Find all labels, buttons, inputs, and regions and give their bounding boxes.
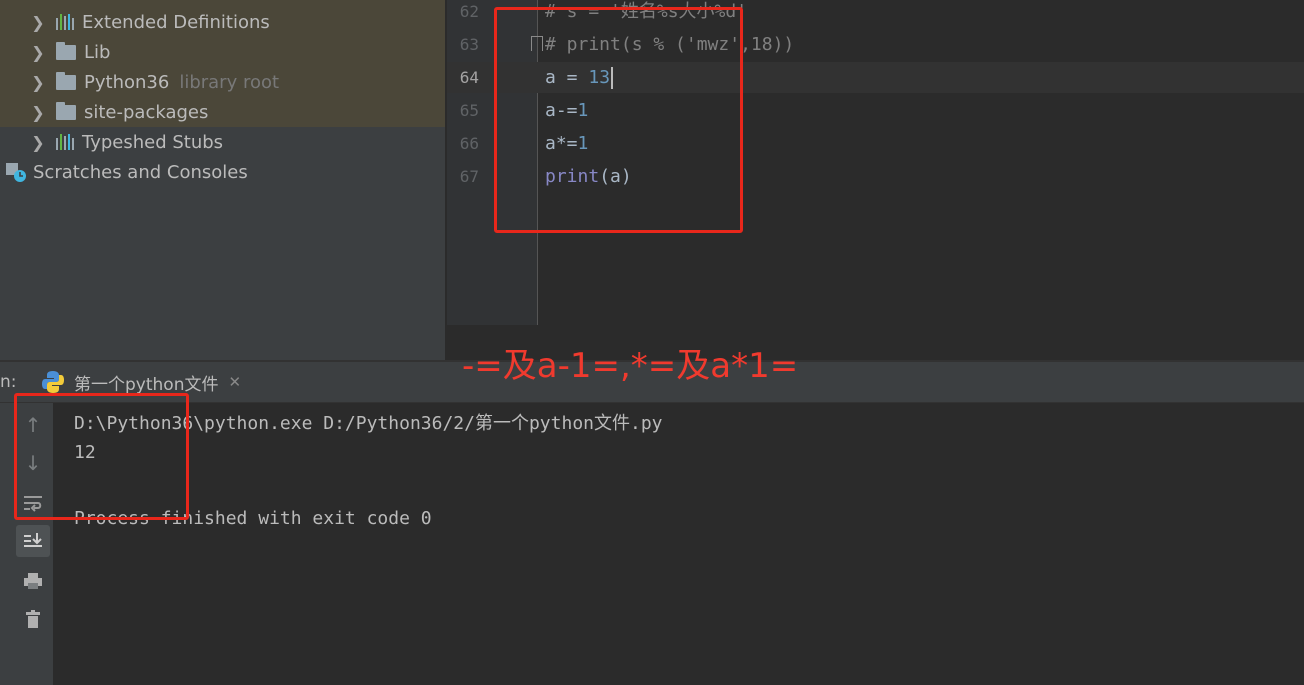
tree-item-label: Lib xyxy=(84,41,111,63)
tree-item-lib[interactable]: ❯ Lib xyxy=(30,37,110,67)
project-tree: ❯ Extended Definitions ❯ Lib ❯ Python36 … xyxy=(0,0,445,360)
library-icon xyxy=(56,134,74,150)
console-output[interactable]: D:\Python36\python.exe D:/Python36/2/第一个… xyxy=(54,403,1304,685)
python-icon xyxy=(42,371,64,393)
library-root-hint: library root xyxy=(179,71,280,93)
tree-item-extended-definitions[interactable]: ❯ Extended Definitions xyxy=(30,7,270,37)
tree-item-label: Typeshed Stubs xyxy=(82,131,224,153)
chevron-right-icon[interactable]: ❯ xyxy=(30,133,46,152)
chevron-right-icon[interactable]: ❯ xyxy=(30,73,46,92)
trash-icon[interactable] xyxy=(16,603,50,635)
scratches-icon xyxy=(6,163,26,182)
output-highlight-box xyxy=(14,393,189,520)
line-number: 67 xyxy=(459,167,479,186)
close-icon[interactable]: ✕ xyxy=(228,373,241,391)
tree-item-label: Scratches and Consoles xyxy=(33,161,248,183)
line-number: 65 xyxy=(459,101,479,120)
folder-icon xyxy=(56,71,76,90)
tree-item-label: Python36 xyxy=(84,71,170,93)
tree-item-scratches[interactable]: Scratches and Consoles xyxy=(4,157,248,187)
folder-icon xyxy=(56,101,76,120)
print-icon[interactable] xyxy=(16,565,50,597)
tree-item-python36[interactable]: ❯ Python36 library root xyxy=(30,67,279,97)
folder-icon xyxy=(56,41,76,60)
tree-item-site-packages[interactable]: ❯ site-packages xyxy=(30,97,208,127)
line-number: 63 xyxy=(459,35,479,54)
run-tab-label: 第一个python文件 xyxy=(74,374,219,395)
tree-item-label: Extended Definitions xyxy=(82,11,270,33)
chevron-right-icon[interactable]: ❯ xyxy=(30,13,46,32)
line-number: 62 xyxy=(459,2,479,21)
scroll-to-end-icon[interactable] xyxy=(16,525,50,557)
chevron-right-icon[interactable]: ❯ xyxy=(30,43,46,62)
code-highlight-box xyxy=(494,7,743,233)
annotation-text: -=及a-1=,*=及a*1= xyxy=(462,346,799,386)
tree-item-typeshed-stubs[interactable]: ❯ Typeshed Stubs xyxy=(30,127,223,157)
line-number: 64 xyxy=(459,68,479,87)
chevron-right-icon[interactable]: ❯ xyxy=(30,103,46,122)
tree-item-label: site-packages xyxy=(84,101,209,123)
line-number: 66 xyxy=(459,134,479,153)
library-icon xyxy=(56,14,74,30)
